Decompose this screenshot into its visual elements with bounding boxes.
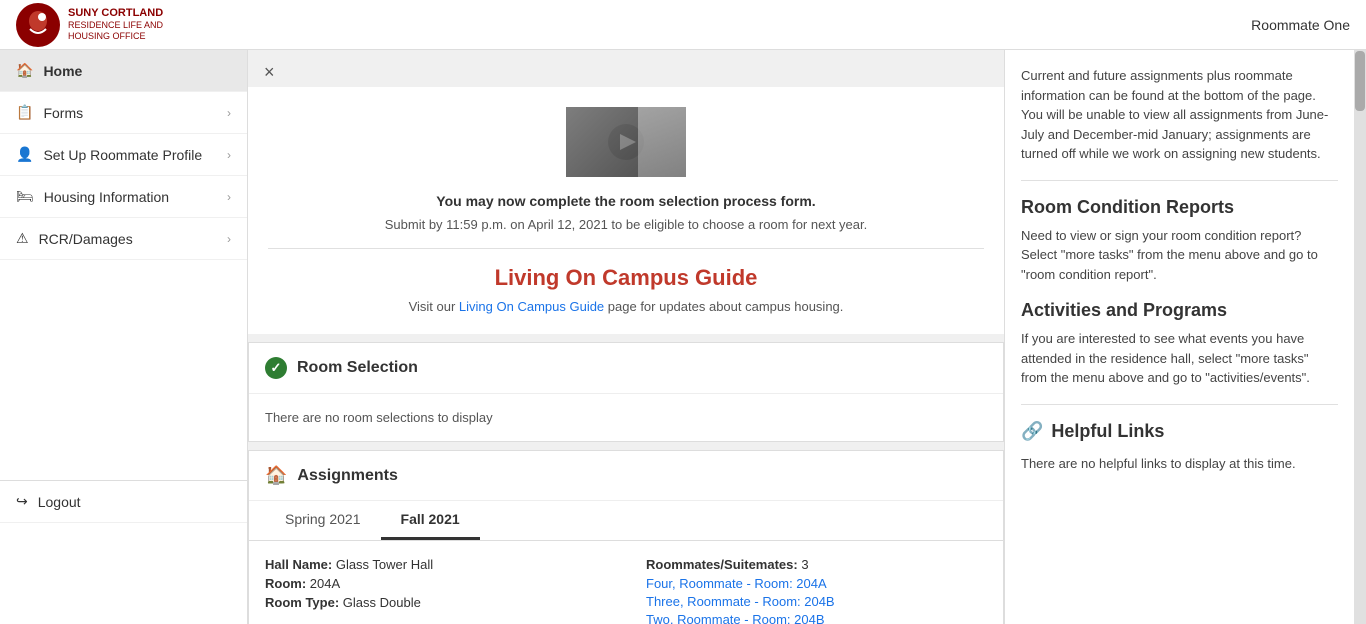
activities-title: Activities and Programs xyxy=(1021,300,1338,321)
room-selection-header: ✓ Room Selection xyxy=(249,343,1003,394)
sidebar-item-home[interactable]: 🏠 Home xyxy=(0,50,247,92)
sidebar-item-label: Set Up Roommate Profile xyxy=(43,147,202,163)
sidebar-item-forms[interactable]: 📋 Forms › xyxy=(0,92,247,134)
chevron-right-icon: › xyxy=(227,232,231,246)
room-selection-empty: There are no room selections to display xyxy=(265,410,493,425)
chevron-right-icon: › xyxy=(227,148,231,162)
tab-spring-2021-label: Spring 2021 xyxy=(285,511,361,527)
chevron-right-icon: › xyxy=(227,106,231,120)
roommate-link-2[interactable]: Three, Roommate - Room: 204B xyxy=(646,594,987,609)
room-type-label: Room Type: xyxy=(265,595,339,610)
helpful-links-title: Helpful Links xyxy=(1051,421,1164,442)
scrollbar[interactable] xyxy=(1354,50,1366,624)
assignment-info-text: Current and future assignments plus room… xyxy=(1021,66,1338,164)
assignment-col-left: Hall Name: Glass Tower Hall Room: 204A R… xyxy=(265,557,606,624)
roommates-count: 3 xyxy=(801,557,808,572)
assignments-section: 🏠 Assignments Spring 2021 Fall 2021 Hall… xyxy=(248,450,1004,624)
sidebar-item-housing-info[interactable]: 🛏 Housing Information › xyxy=(0,176,247,218)
sidebar-item-roommate-profile[interactable]: 👤 Set Up Roommate Profile › xyxy=(0,134,247,176)
chevron-right-icon: › xyxy=(227,190,231,204)
notice-title: You may now complete the room selection … xyxy=(268,193,984,209)
logout-icon: ↪ xyxy=(16,493,28,510)
dept-name: RESIDENCE LIFE ANDHOUSING OFFICE xyxy=(68,20,163,42)
tab-fall-2021-label: Fall 2021 xyxy=(401,511,460,527)
main-content: × You may now complete the room selectio… xyxy=(248,50,1004,624)
notice-section: You may now complete the room selection … xyxy=(248,87,1004,334)
right-panel: Current and future assignments plus room… xyxy=(1004,50,1354,624)
room-condition-title: Room Condition Reports xyxy=(1021,197,1338,218)
assignment-grid: Hall Name: Glass Tower Hall Room: 204A R… xyxy=(249,541,1003,624)
hall-name-row: Hall Name: Glass Tower Hall xyxy=(265,557,606,572)
assignments-home-icon: 🏠 xyxy=(265,465,287,486)
tab-fall-2021[interactable]: Fall 2021 xyxy=(381,501,480,540)
room-selection-title: Room Selection xyxy=(297,359,418,377)
campus-guide-text: Visit our Living On Campus Guide page fo… xyxy=(268,299,984,314)
close-button[interactable]: × xyxy=(256,58,283,87)
bed-icon: 🛏 xyxy=(16,188,34,205)
tab-spring-2021[interactable]: Spring 2021 xyxy=(265,501,381,540)
helpful-links-empty: There are no helpful links to display at… xyxy=(1021,454,1338,474)
roommates-label: Roommates/Suitemates: xyxy=(646,557,798,572)
room-selection-section: ✓ Room Selection There are no room selec… xyxy=(248,342,1004,442)
campus-guide-link[interactable]: Living On Campus Guide xyxy=(459,299,604,314)
activities-text: If you are interested to see what events… xyxy=(1021,329,1338,388)
roommates-row: Roommates/Suitemates: 3 xyxy=(646,557,987,572)
assignment-col-right: Roommates/Suitemates: 3 Four, Roommate -… xyxy=(646,557,987,624)
warning-icon: ⚠ xyxy=(16,230,29,247)
sidebar-item-label: Housing Information xyxy=(44,189,169,205)
campus-guide-title: Living On Campus Guide xyxy=(268,265,984,291)
room-condition-text: Need to view or sign your room condition… xyxy=(1021,226,1338,285)
forms-icon: 📋 xyxy=(16,104,33,121)
helpful-links-header: 🔗 Helpful Links xyxy=(1021,421,1338,442)
room-row: Room: 204A xyxy=(265,576,606,591)
room-type-value: Glass Double xyxy=(343,595,421,610)
school-name: SUNY CORTLAND xyxy=(68,7,163,20)
sidebar: 🏠 Home 📋 Forms › 👤 Set Up Roommate Profi… xyxy=(0,50,248,624)
room-selection-body: There are no room selections to display xyxy=(249,394,1003,441)
topbar: SUNY CORTLAND RESIDENCE LIFE ANDHOUSING … xyxy=(0,0,1366,50)
roommate-link-1[interactable]: Four, Roommate - Room: 204A xyxy=(646,576,987,591)
roommate-icon: 👤 xyxy=(16,146,33,163)
sidebar-item-label: Forms xyxy=(43,105,83,121)
campus-guide-text-after: page for updates about campus housing. xyxy=(604,299,843,314)
logout-label: Logout xyxy=(38,494,81,510)
room-type-row: Room Type: Glass Double xyxy=(265,595,606,610)
scrollbar-thumb[interactable] xyxy=(1355,51,1365,111)
hall-name-value: Glass Tower Hall xyxy=(336,557,433,572)
user-name: Roommate One xyxy=(1251,17,1350,33)
logo-area: SUNY CORTLAND RESIDENCE LIFE ANDHOUSING … xyxy=(16,3,163,47)
sidebar-item-label: Home xyxy=(43,63,82,79)
sidebar-item-label: RCR/Damages xyxy=(39,231,133,247)
notice-subtitle: Submit by 11:59 p.m. on April 12, 2021 t… xyxy=(268,217,984,232)
logo-text: SUNY CORTLAND RESIDENCE LIFE ANDHOUSING … xyxy=(68,7,163,42)
right-divider-1 xyxy=(1021,180,1338,181)
logout-button[interactable]: ↪ Logout xyxy=(0,480,247,523)
check-icon: ✓ xyxy=(265,357,287,379)
logo-icon xyxy=(16,3,60,47)
room-value: 204A xyxy=(310,576,340,591)
room-label: Room: xyxy=(265,576,306,591)
main-layout: 🏠 Home 📋 Forms › 👤 Set Up Roommate Profi… xyxy=(0,50,1366,624)
link-icon: 🔗 xyxy=(1021,421,1043,442)
right-divider-2 xyxy=(1021,404,1338,405)
assignments-tabs: Spring 2021 Fall 2021 xyxy=(249,501,1003,541)
content-area: × You may now complete the room selectio… xyxy=(248,50,1366,624)
assignments-header: 🏠 Assignments xyxy=(249,451,1003,501)
divider xyxy=(268,248,984,249)
hall-name-label: Hall Name: xyxy=(265,557,332,572)
content-top: × xyxy=(248,50,1004,87)
roommate-link-3[interactable]: Two, Roommate - Room: 204B xyxy=(646,612,987,624)
sidebar-item-rcr[interactable]: ⚠ RCR/Damages › xyxy=(0,218,247,260)
assignments-title: Assignments xyxy=(297,467,397,485)
campus-guide-text-before: Visit our xyxy=(409,299,459,314)
home-icon: 🏠 xyxy=(16,62,33,79)
video-thumbnail[interactable] xyxy=(566,107,686,177)
